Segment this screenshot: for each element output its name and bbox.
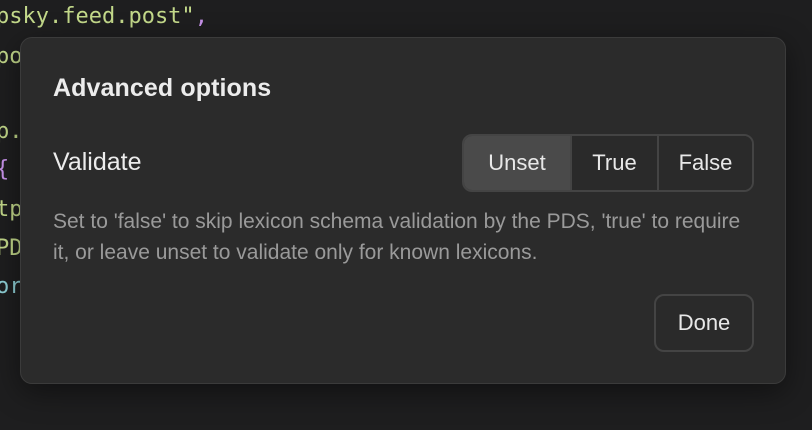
validate-option-unset[interactable]: Unset — [464, 136, 570, 190]
advanced-options-dialog: Advanced options Validate Unset True Fal… — [20, 37, 786, 384]
dialog-title: Advanced options — [53, 74, 272, 102]
done-button[interactable]: Done — [654, 294, 754, 352]
code-line: psky.feed.post", — [0, 0, 208, 34]
validate-segmented-control: Unset True False — [462, 134, 754, 192]
validate-label: Validate — [53, 148, 142, 176]
validate-option-false[interactable]: False — [657, 136, 752, 190]
code-token: psky.feed.post" — [0, 4, 195, 29]
validate-option-true[interactable]: True — [570, 136, 657, 190]
validate-helper-text: Set to 'false' to skip lexicon schema va… — [53, 210, 741, 264]
code-token: { — [0, 157, 9, 182]
code-token: , — [194, 4, 208, 29]
code-line: { — [0, 153, 9, 187]
